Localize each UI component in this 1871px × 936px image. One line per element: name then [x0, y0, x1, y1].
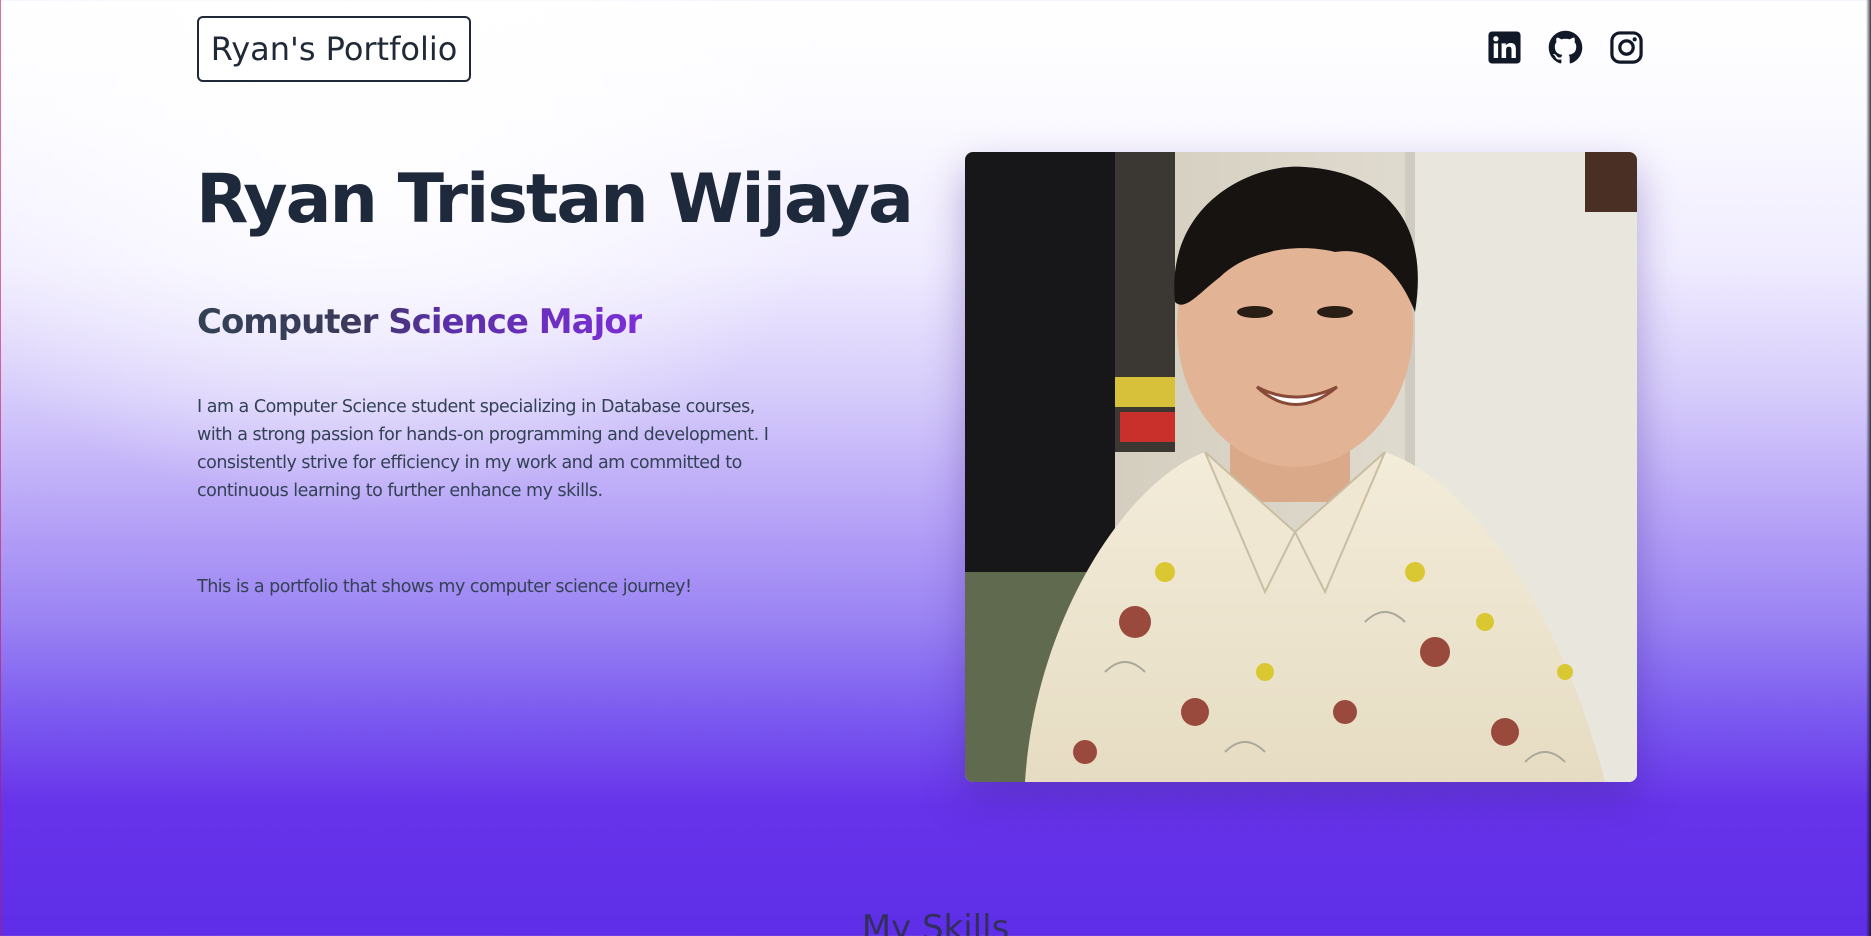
social-links — [1487, 30, 1644, 65]
github-link[interactable] — [1548, 30, 1583, 65]
window-edge-right — [1866, 0, 1871, 936]
linkedin-icon — [1488, 31, 1521, 64]
profile-photo — [965, 152, 1637, 782]
linkedin-link[interactable] — [1487, 30, 1522, 65]
profile-photo-illustration — [965, 152, 1637, 782]
instagram-link[interactable] — [1609, 30, 1644, 65]
brand-logo-button[interactable]: Ryan's Portfolio — [197, 16, 471, 82]
hero-subtitle: Computer Science Major — [197, 302, 643, 342]
instagram-icon — [1610, 31, 1643, 64]
github-icon — [1548, 30, 1583, 64]
hero-name: Ryan Tristan Wijaya — [196, 160, 914, 239]
window-edge-left — [0, 0, 1, 936]
skills-section-heading: My Skills — [861, 908, 1010, 936]
hero-description: I am a Computer Science student speciali… — [197, 397, 769, 501]
hero-note: This is a portfolio that shows my comput… — [197, 577, 692, 597]
